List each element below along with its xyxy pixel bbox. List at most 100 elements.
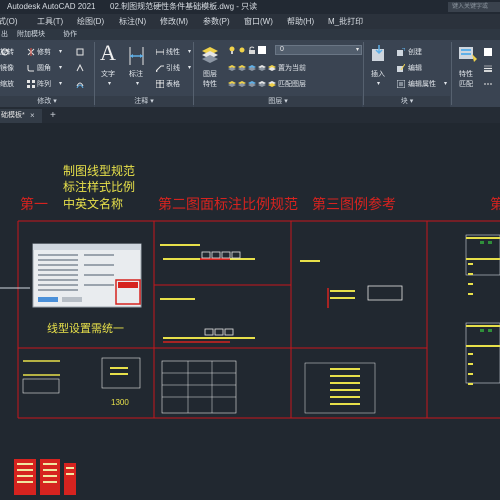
modify-panel-footer[interactable]: 修改 ▾ bbox=[0, 96, 94, 107]
menu-item-format[interactable]: 式(O) bbox=[0, 14, 18, 29]
color-swatch-icon[interactable] bbox=[258, 46, 266, 54]
tab-collaborate[interactable]: 协作 bbox=[63, 29, 77, 40]
table-icon[interactable] bbox=[156, 80, 164, 88]
menu-item-batch-print[interactable]: M_批打印 bbox=[328, 14, 363, 29]
drawing-canvas[interactable]: 制图线型规范 标注样式比例 中英文名称 第一 第二图面标注比例规范 第三图例参考… bbox=[0, 123, 500, 500]
layer-properties-button[interactable]: 图层 bbox=[203, 70, 217, 79]
chevron-down-icon[interactable]: ▾ bbox=[59, 64, 62, 73]
trim-button[interactable]: 修剪 bbox=[37, 48, 51, 57]
chevron-down-icon[interactable]: ▾ bbox=[444, 80, 447, 89]
menu-item-parametric[interactable]: 参数(P) bbox=[203, 14, 230, 29]
section1-note-linetype: 制图线型规范 bbox=[63, 164, 136, 178]
explode-icon[interactable] bbox=[76, 48, 84, 56]
edit-block-icon[interactable] bbox=[397, 64, 405, 72]
chevron-down-icon[interactable]: ▾ bbox=[188, 48, 191, 57]
section1-note-names: 中英文名称 bbox=[63, 197, 124, 211]
section2-title: 第二图面标注比例规范 bbox=[158, 196, 298, 212]
color-swatch-icon[interactable] bbox=[484, 48, 492, 56]
section1-title: 第一 bbox=[20, 196, 48, 212]
lightbulb-icon[interactable] bbox=[228, 46, 236, 54]
chevron-down-icon[interactable]: ▾ bbox=[188, 64, 191, 73]
menu-item-help[interactable]: 帮助(H) bbox=[287, 14, 314, 29]
menu-item-window[interactable]: 窗口(W) bbox=[244, 14, 273, 29]
dimension-value: 1300 bbox=[111, 398, 129, 407]
table-button[interactable]: 表格 bbox=[166, 80, 180, 89]
layer-unisolate-icon[interactable] bbox=[238, 80, 246, 88]
menu-item-tools[interactable]: 工具(T) bbox=[37, 14, 63, 29]
layer-off-icon[interactable] bbox=[228, 64, 236, 72]
layers-panel-footer[interactable]: 图层 ▾ bbox=[194, 96, 362, 107]
menu-item-modify[interactable]: 修改(M) bbox=[160, 14, 188, 29]
tab-document[interactable]: 础模板* bbox=[0, 109, 42, 123]
chevron-down-icon: ▾ bbox=[355, 47, 359, 53]
text-button[interactable]: 文字 bbox=[101, 70, 115, 79]
set-current-icon[interactable] bbox=[268, 64, 276, 72]
linetype-icon[interactable] bbox=[484, 80, 492, 88]
array-icon[interactable] bbox=[27, 80, 35, 88]
chevron-down-icon: ▾ bbox=[53, 98, 57, 105]
edit-block-button[interactable]: 编辑 bbox=[408, 64, 422, 73]
offset-icon[interactable] bbox=[76, 80, 84, 88]
create-block-button[interactable]: 创建 bbox=[408, 48, 422, 57]
set-current-button[interactable]: 置为当前 bbox=[278, 64, 306, 73]
layer-freeze-icon[interactable] bbox=[248, 64, 256, 72]
match-layer-button[interactable]: 匹配图层 bbox=[278, 80, 306, 89]
menu-item-dimension[interactable]: 标注(N) bbox=[119, 14, 146, 29]
chevron-down-icon[interactable]: ▾ bbox=[136, 80, 139, 89]
leader-icon[interactable] bbox=[156, 64, 164, 72]
document-title: 02.制图规范硬性条件基础模板.dwg - 只读 bbox=[110, 2, 258, 11]
annotation-panel-footer[interactable]: 注释 ▾ bbox=[95, 96, 193, 107]
chevron-down-icon: ▾ bbox=[150, 98, 154, 105]
text-icon[interactable]: A bbox=[100, 41, 116, 65]
tab-output[interactable]: 出 bbox=[1, 29, 8, 40]
section1-note-dim-style: 标注样式比例 bbox=[63, 180, 136, 194]
trim-icon[interactable] bbox=[27, 48, 35, 56]
layer-on-icon[interactable] bbox=[228, 80, 236, 88]
unlock-icon[interactable] bbox=[248, 46, 256, 54]
layer-unlock-icon[interactable] bbox=[258, 80, 266, 88]
rotate-button[interactable]: 旋转 bbox=[0, 48, 14, 57]
menu-item-draw[interactable]: 绘图(D) bbox=[77, 14, 104, 29]
match-properties-icon[interactable] bbox=[458, 45, 478, 63]
linear-dimension-icon[interactable] bbox=[156, 48, 164, 56]
edit-attributes-icon[interactable] bbox=[397, 80, 405, 88]
fillet-button[interactable]: 圆角 bbox=[37, 64, 51, 73]
match-layer-icon[interactable] bbox=[268, 80, 276, 88]
dimension-button[interactable]: 标注 bbox=[129, 70, 143, 79]
chevron-down-icon[interactable]: ▾ bbox=[377, 80, 380, 89]
new-tab-button[interactable]: + bbox=[50, 109, 56, 123]
search-input[interactable]: 键入关键字或 bbox=[448, 2, 500, 12]
layer-select[interactable]: 0 ▾ bbox=[275, 45, 362, 55]
linetype-caption: 线型设置需统一 bbox=[47, 323, 124, 335]
dimension-icon[interactable] bbox=[127, 45, 147, 67]
document-tab-bar: 础模板* × + bbox=[0, 107, 500, 123]
block-panel-footer[interactable]: 块 ▾ bbox=[364, 96, 450, 107]
layer-isolate-icon[interactable] bbox=[238, 64, 246, 72]
close-icon[interactable]: × bbox=[30, 109, 35, 123]
autocad-window: Autodesk AutoCAD 2021 02.制图规范硬性条件基础模板.dw… bbox=[0, 0, 500, 500]
chevron-down-icon[interactable]: ▾ bbox=[59, 48, 62, 57]
app-title: Autodesk AutoCAD 2021 bbox=[7, 2, 96, 11]
edit-attributes-button[interactable]: 编辑属性 bbox=[408, 80, 436, 89]
tab-addins[interactable]: 附加模块 bbox=[17, 29, 45, 40]
mirror-button[interactable]: 镜像 bbox=[0, 64, 14, 73]
layer-lock-icon[interactable] bbox=[258, 64, 266, 72]
linear-button[interactable]: 线性 bbox=[166, 48, 180, 57]
layer-properties-icon[interactable] bbox=[200, 45, 220, 63]
scale-button[interactable]: 缩放 bbox=[0, 80, 14, 89]
fillet-icon[interactable] bbox=[27, 64, 35, 72]
create-block-icon[interactable] bbox=[397, 48, 405, 56]
leader-button[interactable]: 引线 bbox=[166, 64, 180, 73]
insert-button[interactable]: 插入 bbox=[371, 70, 385, 79]
array-button[interactable]: 阵列 bbox=[37, 80, 51, 89]
properties-button[interactable]: 特性 bbox=[459, 70, 473, 79]
chevron-down-icon[interactable]: ▾ bbox=[59, 80, 62, 89]
sun-icon[interactable] bbox=[238, 46, 246, 54]
lineweight-icon[interactable] bbox=[484, 64, 492, 72]
insert-block-icon[interactable] bbox=[370, 45, 388, 63]
stretch-icon[interactable] bbox=[76, 64, 84, 72]
properties-match-label: 匹配 bbox=[459, 81, 473, 88]
chevron-down-icon: ▾ bbox=[284, 98, 288, 105]
layer-thaw-icon[interactable] bbox=[248, 80, 256, 88]
chevron-down-icon[interactable]: ▾ bbox=[108, 80, 111, 89]
